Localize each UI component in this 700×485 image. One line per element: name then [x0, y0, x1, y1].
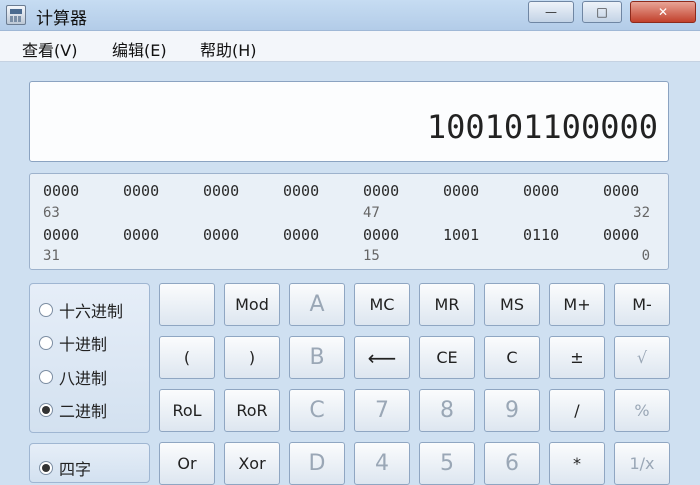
menu-help[interactable]: 帮助(H) — [200, 37, 257, 61]
minimize-button[interactable]: — — [528, 1, 574, 23]
radio-dot — [39, 370, 53, 384]
digit-8-button[interactable]: 8 — [419, 389, 475, 432]
blank-button[interactable] — [159, 283, 215, 326]
hex-d-button[interactable]: D — [289, 442, 345, 485]
window-title: 计算器 — [36, 9, 87, 29]
bit-index: 15 — [363, 248, 380, 264]
digit-5-button[interactable]: 5 — [419, 442, 475, 485]
bit-group: 0000 — [43, 226, 80, 244]
hex-b-button[interactable]: B — [289, 336, 345, 379]
binary-bits-panel: 0000 0000 0000 0000 0000 0000 0000 0000 … — [29, 173, 669, 270]
bit-group: 0000 — [123, 226, 160, 244]
title-bar: 计算器 — □ ✕ — [0, 0, 700, 31]
bit-group: 0000 — [523, 182, 560, 200]
radio-bin[interactable]: 二进制 — [39, 398, 107, 422]
word-size-group: 四字 — [29, 443, 150, 483]
close-button[interactable]: ✕ — [630, 1, 696, 23]
rol-button[interactable]: RoL — [159, 389, 215, 432]
mod-button[interactable]: Mod — [224, 283, 280, 326]
bit-group: 1001 — [443, 226, 480, 244]
bit-group: 0000 — [283, 182, 320, 200]
bit-group: 0000 — [363, 226, 400, 244]
ror-button[interactable]: RoR — [224, 389, 280, 432]
or-button[interactable]: Or — [159, 442, 215, 485]
bit-index: 31 — [43, 248, 60, 264]
bit-index: 32 — [633, 205, 650, 221]
bit-group: 0000 — [603, 226, 640, 244]
display-value: 100101100000 — [426, 108, 658, 146]
bit-index: 63 — [43, 205, 60, 221]
bit-index: 0 — [641, 248, 650, 264]
radio-dot — [39, 303, 53, 317]
menu-edit[interactable]: 编辑(E) — [112, 37, 167, 61]
radix-group: 十六进制 十进制 八进制 二进制 — [29, 283, 150, 433]
digit-4-button[interactable]: 4 — [354, 442, 410, 485]
digit-9-button[interactable]: 9 — [484, 389, 540, 432]
radio-dot-selected — [39, 461, 53, 475]
multiply-button[interactable]: * — [549, 442, 605, 485]
radio-qword[interactable]: 四字 — [39, 456, 91, 480]
maximize-button[interactable]: □ — [582, 1, 622, 23]
radio-dot — [39, 336, 53, 350]
sqrt-button[interactable]: √ — [614, 336, 670, 379]
m-plus-button[interactable]: M+ — [549, 283, 605, 326]
result-display: 100101100000 — [29, 81, 669, 162]
percent-button[interactable]: % — [614, 389, 670, 432]
bit-group: 0000 — [363, 182, 400, 200]
divide-button[interactable]: / — [549, 389, 605, 432]
hex-a-button[interactable]: A — [289, 283, 345, 326]
bit-group: 0000 — [603, 182, 640, 200]
menu-bar: 查看(V) 编辑(E) 帮助(H) — [0, 31, 700, 62]
bit-group: 0000 — [283, 226, 320, 244]
bit-group: 0000 — [203, 182, 240, 200]
digit-7-button[interactable]: 7 — [354, 389, 410, 432]
menu-view[interactable]: 查看(V) — [22, 37, 77, 61]
bit-group: 0000 — [123, 182, 160, 200]
digit-6-button[interactable]: 6 — [484, 442, 540, 485]
ms-button[interactable]: MS — [484, 283, 540, 326]
radio-hex[interactable]: 十六进制 — [39, 298, 123, 322]
radio-dot-selected — [39, 403, 53, 417]
bit-index: 47 — [363, 205, 380, 221]
reciprocal-button[interactable]: 1/x — [614, 442, 670, 485]
xor-button[interactable]: Xor — [224, 442, 280, 485]
plus-minus-button[interactable]: ± — [549, 336, 605, 379]
radio-dec[interactable]: 十进制 — [39, 331, 107, 355]
left-paren-button[interactable]: ( — [159, 336, 215, 379]
right-paren-button[interactable]: ) — [224, 336, 280, 379]
bit-group: 0000 — [443, 182, 480, 200]
ce-button[interactable]: CE — [419, 336, 475, 379]
m-minus-button[interactable]: M- — [614, 283, 670, 326]
radio-oct[interactable]: 八进制 — [39, 365, 107, 389]
c-button[interactable]: C — [484, 336, 540, 379]
hex-c-button[interactable]: C — [289, 389, 345, 432]
bit-group: 0000 — [43, 182, 80, 200]
mc-button[interactable]: MC — [354, 283, 410, 326]
bit-group: 0110 — [523, 226, 560, 244]
calculator-icon — [6, 5, 26, 25]
bit-group: 0000 — [203, 226, 240, 244]
backspace-button[interactable]: ⟵ — [354, 336, 410, 379]
mr-button[interactable]: MR — [419, 283, 475, 326]
